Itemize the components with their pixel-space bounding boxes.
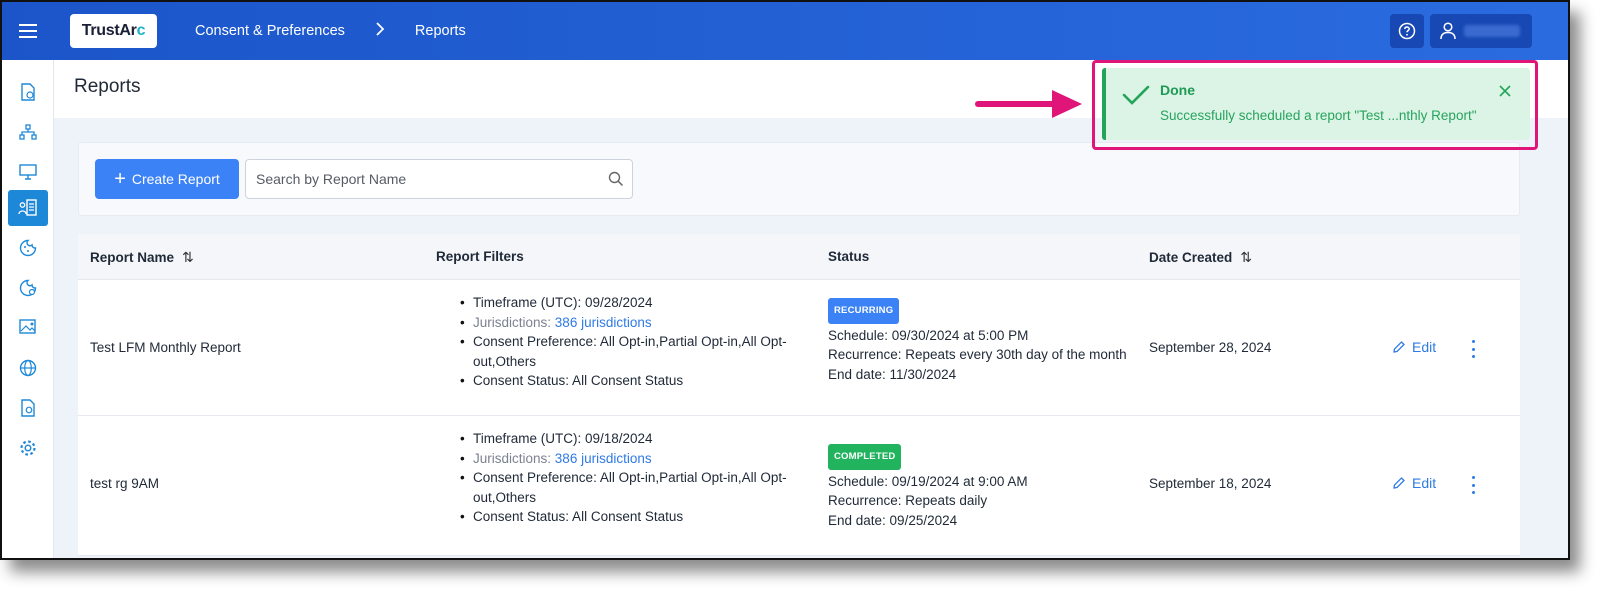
more-options-icon[interactable] bbox=[1468, 476, 1478, 494]
page-title: Reports bbox=[74, 76, 141, 97]
more-options-icon[interactable] bbox=[1468, 340, 1478, 358]
column-header-report-name[interactable]: Report Name ⇅ bbox=[90, 249, 194, 266]
hierarchy-icon[interactable] bbox=[8, 114, 48, 150]
create-report-button[interactable]: + Create Report bbox=[95, 159, 239, 199]
logo-text-accent: c bbox=[136, 22, 146, 39]
success-toast: Done Successfully scheduled a report "Te… bbox=[1102, 68, 1530, 140]
column-header-report-filters: Report Filters bbox=[436, 249, 524, 264]
breadcrumb-chevron-icon bbox=[375, 21, 385, 41]
date-created: September 18, 2024 bbox=[1149, 476, 1272, 491]
help-button[interactable] bbox=[1390, 14, 1424, 48]
hamburger-menu-icon[interactable] bbox=[2, 2, 54, 60]
edit-button[interactable]: Edit bbox=[1392, 475, 1436, 491]
globe-icon[interactable] bbox=[8, 350, 48, 386]
column-header-status: Status bbox=[828, 249, 869, 264]
date-created: September 28, 2024 bbox=[1149, 340, 1272, 355]
cookie-settings-icon[interactable] bbox=[8, 270, 48, 306]
recurrence-text: Recurrence: Repeats every 30th day of th… bbox=[828, 347, 1127, 362]
filter-jurisdictions: Jurisdictions: 386 jurisdictions bbox=[458, 313, 788, 333]
user-icon bbox=[1440, 22, 1456, 40]
edit-label: Edit bbox=[1412, 475, 1437, 491]
plus-icon: + bbox=[114, 167, 126, 190]
edit-label: Edit bbox=[1412, 339, 1437, 355]
sidebar bbox=[2, 60, 54, 558]
app-window: TrustArc Consent & Preferences Reports bbox=[0, 0, 1570, 560]
trustarc-logo[interactable]: TrustAr c bbox=[70, 14, 157, 48]
column-label: Report Filters bbox=[436, 249, 524, 264]
monitor-icon[interactable] bbox=[8, 154, 48, 190]
breadcrumb-reports[interactable]: Reports bbox=[415, 23, 466, 39]
jurisdictions-link[interactable]: 386 jurisdictions bbox=[555, 451, 652, 466]
filter-consent-status: Consent Status: All Consent Status bbox=[458, 371, 788, 391]
jurisdictions-label: Jurisdictions: bbox=[473, 450, 552, 466]
reports-icon[interactable] bbox=[8, 190, 48, 226]
document-clock-icon[interactable] bbox=[8, 74, 48, 110]
table-row: Test LFM Monthly Report Timeframe (UTC):… bbox=[78, 280, 1520, 416]
end-date-text: End date: 11/30/2024 bbox=[828, 366, 957, 382]
help-icon bbox=[1398, 22, 1416, 40]
end-date-text: End date: 09/25/2024 bbox=[828, 512, 958, 528]
filter-consent-preference: Consent Preference: All Opt-in,Partial O… bbox=[458, 332, 788, 371]
sort-icon[interactable]: ⇅ bbox=[182, 249, 194, 266]
jurisdictions-link[interactable]: 386 jurisdictions bbox=[555, 315, 652, 330]
column-label: Status bbox=[828, 249, 870, 264]
table-row: test rg 9AM Timeframe (UTC): 09/18/2024 … bbox=[78, 416, 1520, 556]
column-header-date-created[interactable]: Date Created ⇅ bbox=[1149, 249, 1252, 266]
sort-icon[interactable]: ⇅ bbox=[1240, 249, 1252, 266]
user-menu-button[interactable] bbox=[1430, 14, 1532, 48]
report-name: Test LFM Monthly Report bbox=[90, 340, 241, 355]
logo-text: TrustAr bbox=[81, 22, 137, 39]
status-badge: COMPLETED bbox=[828, 444, 902, 470]
report-filters-list: Timeframe (UTC): 09/18/2024 Jurisdiction… bbox=[458, 429, 788, 527]
schedule-text: Schedule: 09/19/2024 at 9:00 AM bbox=[828, 473, 1028, 489]
document-gear-icon[interactable] bbox=[8, 390, 48, 426]
top-bar: TrustAr c Consent & Preferences Reports bbox=[2, 2, 1568, 60]
toast-message: Successfully scheduled a report "Test ..… bbox=[1160, 108, 1477, 123]
reports-table: Report Name ⇅ Report Filters Status Date… bbox=[78, 234, 1520, 556]
pencil-icon bbox=[1393, 477, 1405, 489]
jurisdictions-label: Jurisdictions: bbox=[473, 314, 552, 330]
pencil-icon bbox=[1393, 341, 1405, 353]
toast-title: Done bbox=[1160, 82, 1195, 98]
search-box bbox=[245, 159, 633, 199]
column-label: Report Name bbox=[90, 250, 175, 265]
filter-timeframe: Timeframe (UTC): 09/18/2024 bbox=[458, 429, 788, 449]
check-icon bbox=[1122, 85, 1150, 105]
annotation-arrow-icon bbox=[975, 90, 1082, 118]
image-settings-icon[interactable] bbox=[8, 310, 48, 346]
filter-consent-status: Consent Status: All Consent Status bbox=[458, 507, 788, 527]
status-cell: RECURRING Schedule: 09/30/2024 at 5:00 P… bbox=[828, 298, 1128, 384]
create-report-label: Create Report bbox=[131, 171, 220, 187]
schedule-text: Schedule: 09/30/2024 at 5:00 PM bbox=[828, 327, 1029, 343]
close-icon[interactable] bbox=[1498, 84, 1512, 98]
reports-toolbar: + Create Report bbox=[78, 142, 1520, 216]
status-badge: RECURRING bbox=[828, 298, 900, 324]
gear-icon[interactable] bbox=[8, 430, 48, 466]
search-input[interactable] bbox=[256, 171, 596, 187]
table-header: Report Name ⇅ Report Filters Status Date… bbox=[78, 234, 1520, 280]
search-icon[interactable] bbox=[608, 171, 624, 192]
recurrence-text: Recurrence: Repeats daily bbox=[828, 493, 988, 508]
cookie-icon[interactable] bbox=[8, 230, 48, 266]
user-name-redacted bbox=[1464, 25, 1520, 37]
breadcrumb-consent-preferences[interactable]: Consent & Preferences bbox=[195, 23, 345, 39]
filter-consent-preference: Consent Preference: All Opt-in,Partial O… bbox=[458, 468, 788, 507]
filter-jurisdictions: Jurisdictions: 386 jurisdictions bbox=[458, 449, 788, 469]
report-name: test rg 9AM bbox=[90, 476, 160, 491]
status-cell: COMPLETED Schedule: 09/19/2024 at 9:00 A… bbox=[828, 444, 1128, 530]
edit-button[interactable]: Edit bbox=[1392, 339, 1436, 355]
filter-timeframe: Timeframe (UTC): 09/28/2024 bbox=[458, 293, 788, 313]
column-label: Date Created bbox=[1149, 250, 1233, 265]
report-filters-list: Timeframe (UTC): 09/28/2024 Jurisdiction… bbox=[458, 293, 788, 391]
